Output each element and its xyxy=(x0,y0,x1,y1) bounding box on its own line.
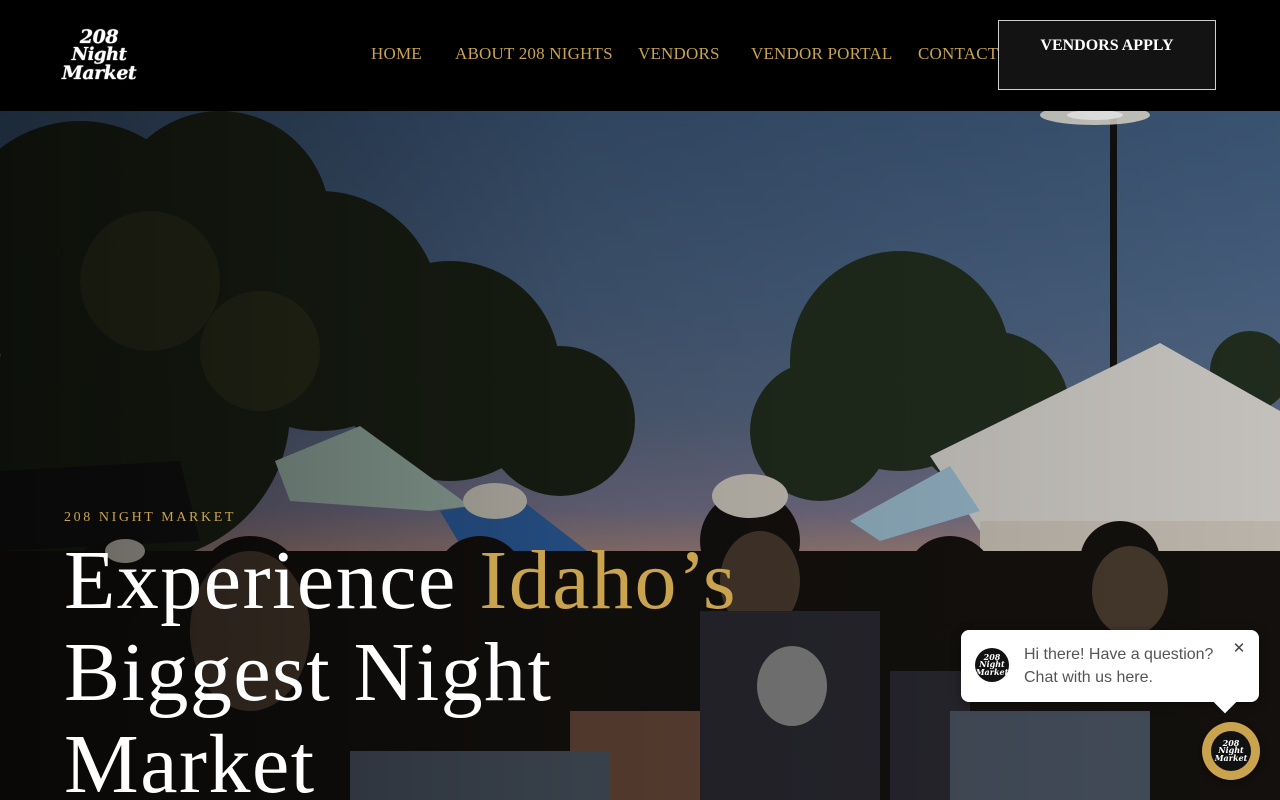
nav-about[interactable]: ABOUT 208 NIGHTS xyxy=(455,44,613,64)
chat-launcher-logo-icon: 208 Night Market xyxy=(1211,731,1251,771)
headline-part: Market xyxy=(64,718,316,800)
vendors-apply-button[interactable]: VENDORS APPLY xyxy=(998,20,1216,90)
site-header: 208 Night Market HOME ABOUT 208 NIGHTS V… xyxy=(0,0,1280,111)
headline-gold-word: Idaho’s xyxy=(479,534,738,627)
chat-launcher-button[interactable]: 208 Night Market xyxy=(1202,722,1260,780)
nav-home[interactable]: HOME xyxy=(371,44,422,64)
nav-vendor-portal[interactable]: VENDOR PORTAL xyxy=(751,44,892,64)
nav-contact[interactable]: CONTACT xyxy=(918,44,998,64)
chat-message-line: Chat with us here. xyxy=(1024,669,1153,686)
chat-avatar: 208 Night Market xyxy=(975,648,1009,682)
hero-headline: Experience Idaho’s Biggest Night Market xyxy=(64,535,864,800)
headline-part: Experience xyxy=(64,534,480,627)
headline-part: Biggest Night xyxy=(64,626,553,719)
close-icon[interactable]: ✕ xyxy=(1231,640,1247,656)
chat-message: Hi there! Have a question? Chat with us … xyxy=(1024,643,1224,689)
chat-greeting-bubble[interactable]: 208 Night Market Hi there! Have a questi… xyxy=(961,630,1259,702)
avatar-line: Market xyxy=(975,666,1009,677)
nav-vendors[interactable]: VENDORS xyxy=(638,44,720,64)
chat-message-line: Hi there! Have a question? xyxy=(1024,646,1214,663)
avatar-line: Market xyxy=(1214,752,1248,763)
logo-line: Market xyxy=(61,61,137,84)
hero-eyebrow: 208 NIGHT MARKET xyxy=(64,510,237,525)
